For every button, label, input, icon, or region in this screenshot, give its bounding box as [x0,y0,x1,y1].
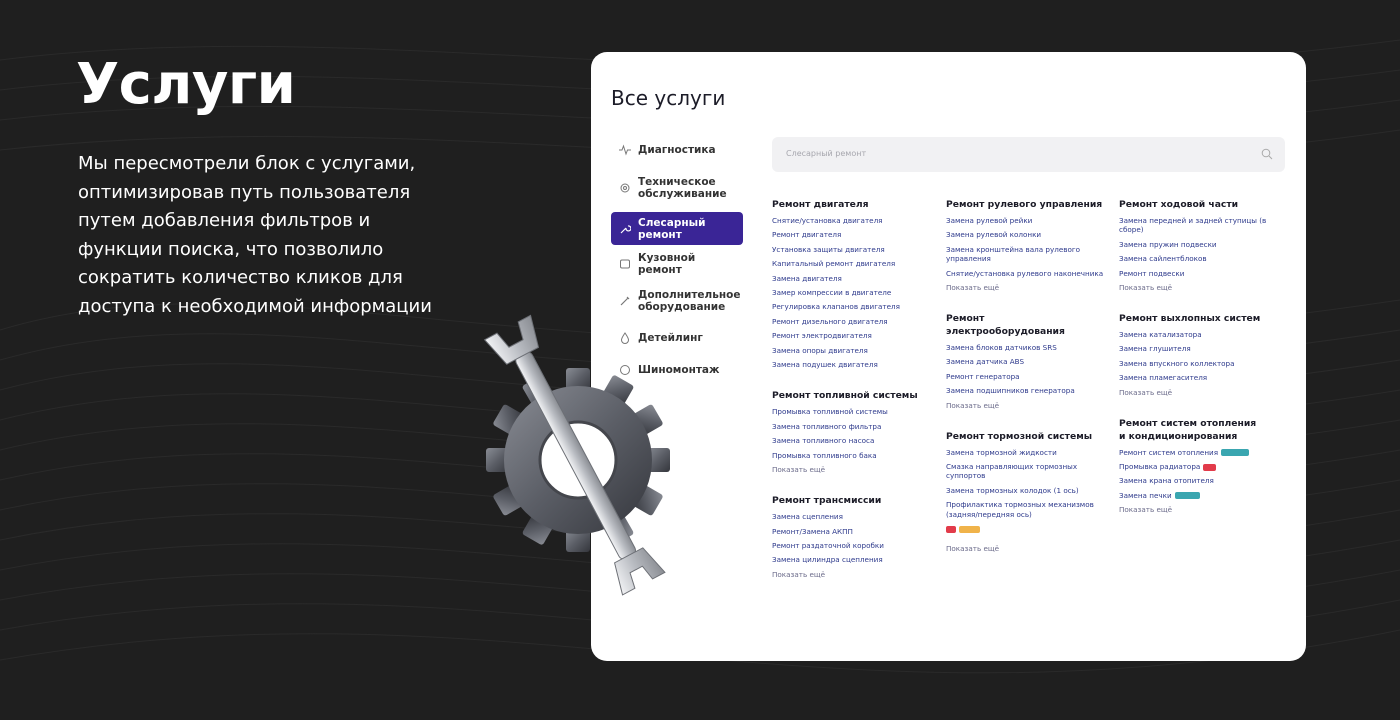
service-link[interactable]: Регулировка клапанов двигателя [772,302,942,311]
section-title: Ремонт двигателя [772,199,869,210]
section-title: Ремонт тормозной системы [946,430,1093,442]
service-link[interactable]: Замер компрессии в двигателе [772,288,942,297]
service-link[interactable]: Замена пружин подвески [1119,240,1289,249]
gear-icon [620,183,630,193]
service-link[interactable]: Ремонт дизельного двигателя [772,317,942,326]
wrench-icon [620,224,631,233]
service-link[interactable]: Замена топливного насоса [772,436,942,445]
section-title: Ремонт ходовой части [1119,199,1239,210]
service-link-label: Промывка радиатора [1119,462,1201,472]
sidebar-item-body-repair[interactable]: Кузовной ремонт [611,248,743,280]
service-link[interactable]: Замена катализатора [1119,330,1289,339]
show-more-link[interactable]: Показать ещё [946,401,1106,410]
service-link[interactable]: Замена рулевой колонки [946,230,1106,239]
badge [1174,492,1200,500]
service-link[interactable]: Замена крана отопителя [1119,476,1289,485]
search-input[interactable]: Слесарный ремонт [772,137,1285,172]
sidebar-item-maintenance[interactable]: Техническое обслуживание [611,166,743,210]
search-placeholder: Слесарный ремонт [786,149,867,158]
service-link[interactable]: Профилактика тормозных механизмов (задня… [946,500,1106,519]
service-link[interactable]: Замена тормозной жидкости [946,448,1106,457]
show-more-link[interactable]: Показать ещё [946,283,1106,292]
sidebar-item-locksmith[interactable]: Слесарный ремонт [611,212,743,245]
service-link[interactable]: Ремонт двигателя [772,230,942,239]
sidebar-item-diagnostics[interactable]: Диагностика [611,134,743,166]
wrench-gear-illustration [483,314,670,596]
section-title: Ремонт систем отопления и кондиционирова… [1119,417,1257,442]
sidebar-item-label: Техническое обслуживание [638,176,727,200]
service-link[interactable]: Ремонт генератора [946,372,1106,381]
service-link[interactable]: Замена сцепления [772,512,942,521]
service-link[interactable]: Замена цилиндра сцепления [772,555,942,564]
search-icon[interactable] [1261,148,1273,160]
pulse-icon [619,144,631,156]
sidebar-item-label: Диагностика [638,144,716,156]
badge [1203,463,1216,471]
service-link[interactable]: Промывка топливного бака [772,451,942,460]
badge [946,526,957,534]
show-more-link[interactable]: Показать ещё [1119,505,1289,514]
service-link[interactable]: Замена пламегасителя [1119,373,1289,382]
service-link[interactable]: Замена рулевой рейки [946,216,1106,225]
service-link[interactable]: Ремонт систем отопления [1119,448,1289,457]
section-title: Ремонт рулевого управления [946,199,1103,210]
service-link[interactable]: Замена тормозных колодок (1 ось) [946,486,1106,495]
sidebar-item-label: Кузовной ремонт [638,252,696,276]
section-title: Ремонт электрооборудования [946,313,1065,338]
service-link[interactable]: Замена блоков датчиков SRS [946,343,1106,352]
service-link[interactable]: Смазка направляющих тормозных суппортов [946,462,1106,481]
card-title: Все услуги [611,86,726,110]
service-link[interactable]: Замена печки [1119,491,1289,500]
section-title: Ремонт топливной системы [772,390,918,402]
show-more-link[interactable]: Показать ещё [1119,283,1289,292]
badge [959,526,981,534]
service-link-label: Ремонт систем отопления [1119,447,1219,457]
service-link[interactable]: Снятие/установка двигателя [772,216,942,225]
services-card: Все услуги Диагностика Техническое обслу… [591,52,1306,661]
section-title: Ремонт трансмиссии [772,495,882,507]
service-link[interactable]: Ремонт электродвигателя [772,331,942,340]
services-column-2: Ремонт рулевого управления Замена рулево… [946,198,1106,553]
tool-icon [620,296,630,306]
service-link[interactable]: Замена сайлентблоков [1119,254,1289,263]
services-column-3: Ремонт ходовой части Замена передней и з… [1119,198,1289,514]
service-link[interactable]: Замена глушителя [1119,344,1289,353]
service-link[interactable]: Замена топливного фильтра [772,422,942,431]
service-link[interactable]: Промывка топливной системы [772,407,942,416]
page-headline: Услуги [76,52,296,117]
service-link[interactable]: Замена двигателя [772,274,942,283]
service-link[interactable]: Установка защиты двигателя [772,245,942,254]
show-more-link[interactable]: Показать ещё [772,570,942,579]
services-column-1: Ремонт двигателя Снятие/установка двигат… [772,198,942,579]
service-link[interactable]: Замена подушек двигателя [772,360,942,369]
section-title: Ремонт выхлопных систем [1119,313,1261,325]
service-link[interactable]: Снятие/установка рулевого наконечника [946,269,1106,278]
service-link[interactable]: Замена опоры двигателя [772,346,942,355]
show-more-link[interactable]: Показать ещё [1119,388,1289,397]
show-more-link[interactable]: Показать ещё [772,465,942,474]
sidebar-item-label: Слесарный ремонт [638,216,706,241]
service-link[interactable]: Замена подшипников генератора [946,386,1106,395]
service-link[interactable]: Замена датчика ABS [946,357,1106,366]
page-description: Мы пересмотрели блок с услугами, оптимиз… [78,153,432,317]
service-link-label: Замена печки [1119,490,1172,500]
service-link[interactable]: Замена впускного коллектора [1119,359,1289,368]
show-more-link[interactable]: Показать ещё [946,544,1106,553]
service-link[interactable]: Ремонт подвески [1119,269,1289,278]
car-body-icon [620,259,630,269]
badge-row [946,521,1106,539]
service-link[interactable]: Капитальный ремонт двигателя [772,259,942,268]
badge [1221,449,1250,457]
service-link[interactable]: Замена кронштейна вала рулевого управлен… [946,245,1106,264]
service-link[interactable]: Ремонт/Замена АКПП [772,527,942,536]
service-link[interactable]: Замена передней и задней ступицы (в сбор… [1119,216,1289,235]
service-link[interactable]: Промывка радиатора [1119,462,1289,471]
service-link[interactable]: Ремонт раздаточной коробки [772,541,942,550]
